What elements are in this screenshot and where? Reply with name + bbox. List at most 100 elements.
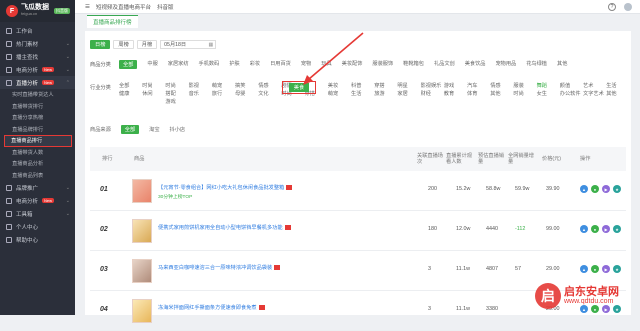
sidebar-subitem[interactable]: 实时直播带货达人: [0, 89, 75, 101]
industry-chip[interactable]: 情感: [490, 82, 500, 89]
app-logo[interactable]: F 飞瓜数据 feigua.cn 抖音版: [0, 0, 75, 22]
analysis-icon[interactable]: ▲: [580, 185, 588, 193]
sidebar-item-profile[interactable]: 个人中心: [0, 220, 75, 233]
table-row[interactable]: 02 便携式家用煎饼机家用全自动小型电饼铛早餐机多功能 180 12.0w 4440 -1…: [90, 211, 626, 251]
date-picker[interactable]: 05月18日 ▦: [160, 40, 217, 49]
industry-chip[interactable]: 文字艺术: [583, 90, 604, 97]
industry-chip[interactable]: 女生: [537, 90, 547, 97]
category-all-chip[interactable]: 全部: [119, 60, 138, 69]
sidebar-subitem[interactable]: 直播品牌排行: [0, 124, 75, 136]
table-row[interactable]: 01 【元宵节·零食组合】网红小吃大礼包休闲食品批发整箱 30分钟上榜TOP 200 1…: [90, 171, 626, 211]
industry-chip[interactable]: 其他: [490, 90, 500, 97]
industry-chip[interactable]: 全部: [119, 82, 129, 89]
product-thumbnail[interactable]: [132, 179, 152, 203]
category-chip[interactable]: 服装服饰: [372, 60, 393, 69]
product-title-text[interactable]: 马来西亚白咖啡速溶三合一原味特浓冲调饮品袋装: [158, 265, 272, 271]
help-icon[interactable]: ?: [608, 3, 616, 11]
industry-chip[interactable]: 游戏: [444, 82, 454, 89]
category-chip[interactable]: 花鸟绿植: [526, 60, 547, 69]
industry-chip[interactable]: 搞笑: [235, 82, 245, 89]
industry-chip[interactable]: 办公软件: [560, 90, 581, 97]
industry-chip[interactable]: 健康: [119, 90, 129, 97]
product-title[interactable]: 马来西亚白咖啡速溶三合一原味特浓冲调饮品袋装: [158, 264, 281, 271]
industry-chip[interactable]: 旅游: [374, 90, 384, 97]
col-sales[interactable]: 预估直播销量: [478, 153, 504, 165]
product-title-text[interactable]: 便携式家用煎饼机家用全自动小型电饼铛早餐机多功能: [158, 225, 283, 231]
industry-chip[interactable]: 家居: [397, 90, 407, 97]
col-viewers[interactable]: 直播累计观看人数: [446, 153, 474, 165]
industry-chip[interactable]: 时尚: [165, 82, 175, 89]
sidebar-item-toolbox[interactable]: 工具箱 ⌄: [0, 207, 75, 220]
col-growth[interactable]: 全网销量增量: [508, 153, 534, 165]
industry-chip[interactable]: 穿搭: [374, 82, 384, 89]
sidebar-item-hot-material[interactable]: 热门素材 ⌄: [0, 37, 75, 50]
industry-chip[interactable]: 服装: [513, 82, 523, 89]
sidebar-item-find-creator[interactable]: 播主查找 ⌄: [0, 50, 75, 63]
source-taobao-chip[interactable]: 淘宝: [149, 126, 159, 133]
version-switch[interactable]: 抖音版: [157, 3, 174, 11]
industry-chip[interactable]: 时尚: [513, 90, 523, 97]
industry-chip[interactable]: 舞蹈: [537, 82, 547, 89]
industry-chip[interactable]: 文化: [258, 90, 268, 97]
product-title-text[interactable]: 【元宵节·零食组合】网红小吃大礼包休闲食品批发整箱: [158, 185, 284, 191]
industry-chip[interactable]: 萌宠: [328, 90, 338, 97]
industry-chip[interactable]: 生活: [351, 90, 361, 97]
daily-rank-button[interactable]: 日榜: [90, 40, 111, 49]
industry-chip[interactable]: 时尚: [142, 82, 152, 89]
category-chip[interactable]: 礼品文创: [434, 60, 455, 69]
avatar[interactable]: [624, 3, 632, 11]
category-chip[interactable]: 鞋靴箱包: [403, 60, 424, 69]
industry-chip[interactable]: 教育: [444, 90, 454, 97]
industry-chip[interactable]: 生活: [606, 82, 616, 89]
favorite-icon[interactable]: ★: [613, 185, 621, 193]
product-title[interactable]: 【元宵节·零食组合】网红小吃大礼包休闲食品批发整箱: [158, 184, 293, 191]
monthly-rank-button[interactable]: 月榜: [136, 40, 158, 49]
category-chip[interactable]: 护肤: [229, 60, 239, 69]
col-price[interactable]: 价格(元): [542, 156, 561, 162]
industry-chip[interactable]: 财经: [421, 90, 431, 97]
video-icon[interactable]: ▶: [602, 225, 610, 233]
goods-link-icon[interactable]: ●: [591, 225, 599, 233]
product-thumbnail[interactable]: [132, 219, 152, 243]
category-chip[interactable]: 家居家纺: [168, 60, 189, 69]
sidebar-subitem[interactable]: 直播分享热榜: [0, 112, 75, 124]
analysis-icon[interactable]: ▲: [580, 265, 588, 273]
sidebar-subitem[interactable]: 直播商品列表: [0, 170, 75, 182]
sidebar-subitem-live-goods-rank[interactable]: 直播商品排行: [4, 135, 72, 147]
industry-chip[interactable]: 母婴: [235, 90, 245, 97]
industry-chip[interactable]: 旅行: [212, 90, 222, 97]
sidebar-item-ecommerce[interactable]: 电商分析 New ⌄: [0, 63, 75, 76]
product-thumbnail[interactable]: [132, 299, 152, 323]
category-chip[interactable]: 日用百货: [270, 60, 291, 69]
industry-chip[interactable]: 明星: [397, 82, 407, 89]
category-chip[interactable]: 美食饮品: [465, 60, 486, 69]
goods-link-icon[interactable]: ●: [591, 185, 599, 193]
sidebar-subitem[interactable]: 直播商品分析: [0, 158, 75, 170]
goods-link-icon[interactable]: ●: [591, 265, 599, 273]
category-chip[interactable]: 彩妆: [250, 60, 260, 69]
source-all-chip[interactable]: 全部: [120, 125, 140, 134]
industry-chip[interactable]: 休闲: [142, 90, 152, 97]
product-title[interactable]: 冻海米拌面网红手撕面条方便速食即食免煮: [158, 304, 265, 311]
tab-live-goods-rank[interactable]: 直播商品排行榜: [87, 15, 138, 28]
video-icon[interactable]: ▶: [602, 185, 610, 193]
industry-chip[interactable]: 其他: [606, 90, 616, 97]
product-title[interactable]: 便携式家用煎饼机家用全自动小型电饼铛早餐机多功能: [158, 224, 291, 231]
sidebar-item-live-analysis[interactable]: 直播分析 New ⌃: [0, 76, 75, 89]
industry-chip[interactable]: 颜值: [560, 82, 570, 89]
video-icon[interactable]: ▶: [602, 265, 610, 273]
category-chip[interactable]: 中服: [147, 60, 157, 69]
industry-chip[interactable]: 情感: [258, 82, 268, 89]
sidebar-subitem[interactable]: 直播带货人数: [0, 147, 75, 159]
category-chip[interactable]: 其他: [557, 60, 567, 69]
analysis-icon[interactable]: ▲: [580, 225, 588, 233]
industry-chip[interactable]: 萌宠: [212, 82, 222, 89]
menu-toggle-icon[interactable]: ☰: [85, 4, 90, 10]
industry-chip[interactable]: 体育: [467, 90, 477, 97]
industry-chip[interactable]: 搭配: [165, 90, 175, 97]
product-thumbnail[interactable]: [132, 259, 152, 283]
industry-chip[interactable]: 音乐: [189, 90, 199, 97]
col-live-count[interactable]: 关联直播场次: [417, 153, 443, 165]
industry-chip[interactable]: 影视: [189, 82, 199, 89]
favorite-icon[interactable]: ★: [613, 265, 621, 273]
